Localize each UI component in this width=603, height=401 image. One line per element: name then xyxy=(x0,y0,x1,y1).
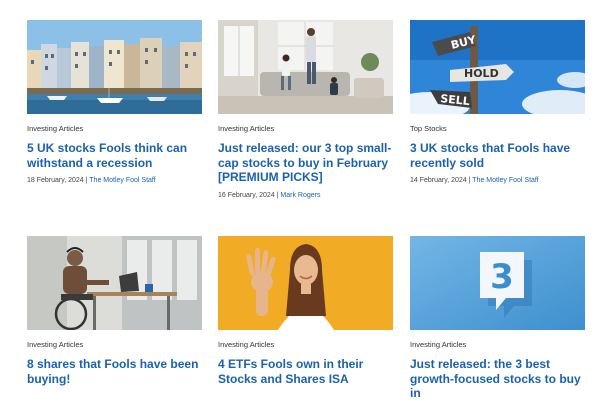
article-date: 14 February, 2024 xyxy=(410,177,467,184)
article-author-link[interactable]: The Motley Fool Staff xyxy=(472,177,538,184)
article-title-link[interactable]: 8 shares that Fools have been buying! xyxy=(27,357,202,386)
article-thumbnail[interactable] xyxy=(27,236,202,330)
sign-hold: HOLD xyxy=(464,67,499,80)
article-meta: 16 February, 2024 | Mark Rogers xyxy=(218,191,393,200)
article-card: Investing Articles Just released: our 3 … xyxy=(218,20,393,200)
article-card: BUY HOLD SELL Top Stocks 3 UK stocks tha… xyxy=(410,20,585,185)
man-wheelchair-laptop-image xyxy=(27,236,202,330)
article-title-link[interactable]: 3 UK stocks that Fools have recently sol… xyxy=(410,141,585,170)
article-title-link[interactable]: Just released: our 3 top small-cap stock… xyxy=(218,141,393,185)
article-card: Investing Articles 4 ETFs Fools own in t… xyxy=(218,236,393,386)
article-thumbnail[interactable] xyxy=(218,236,393,330)
article-thumbnail[interactable]: BUY HOLD SELL xyxy=(410,20,585,114)
article-thumbnail[interactable] xyxy=(218,20,393,114)
number-three-speech-bubble-image: 3 xyxy=(410,236,585,330)
buy-hold-sell-signpost-image: BUY HOLD SELL xyxy=(410,20,585,114)
woman-four-fingers-image xyxy=(218,236,393,330)
article-title-link[interactable]: 5 UK stocks Fools think can withstand a … xyxy=(27,141,202,170)
article-date: 18 February, 2024 xyxy=(27,177,84,184)
article-title-link[interactable]: 4 ETFs Fools own in their Stocks and Sha… xyxy=(218,357,393,386)
article-card: Investing Articles 5 UK stocks Fools thi… xyxy=(27,20,202,185)
article-meta: 14 February, 2024 | The Motley Fool Staf… xyxy=(410,176,585,185)
article-date: 16 February, 2024 xyxy=(218,191,275,199)
article-author-link[interactable]: Mark Rogers xyxy=(280,192,320,199)
article-thumbnail[interactable]: 3 xyxy=(410,236,585,330)
article-title-link[interactable]: Just released: the 3 best growth-focused… xyxy=(410,357,585,401)
article-meta: 18 February, 2024 | The Motley Fool Staf… xyxy=(27,176,202,185)
article-author-link[interactable]: The Motley Fool Staff xyxy=(89,177,155,184)
article-category: Top Stocks xyxy=(410,124,447,133)
article-card: 3 Investing Articles Just released: the … xyxy=(410,236,585,401)
articles-grid: Investing Articles 5 UK stocks Fools thi… xyxy=(0,0,603,400)
bubble-number: 3 xyxy=(490,257,514,297)
article-category: Investing Articles xyxy=(218,124,275,133)
article-category: Investing Articles xyxy=(218,340,275,349)
article-category: Investing Articles xyxy=(27,340,84,349)
article-category: Investing Articles xyxy=(27,124,84,133)
article-category: Investing Articles xyxy=(410,340,467,349)
article-card: Investing Articles 8 shares that Fools h… xyxy=(27,236,202,386)
harbour-town-image xyxy=(27,20,202,114)
article-thumbnail[interactable] xyxy=(27,20,202,114)
family-living-room-image xyxy=(218,20,393,114)
